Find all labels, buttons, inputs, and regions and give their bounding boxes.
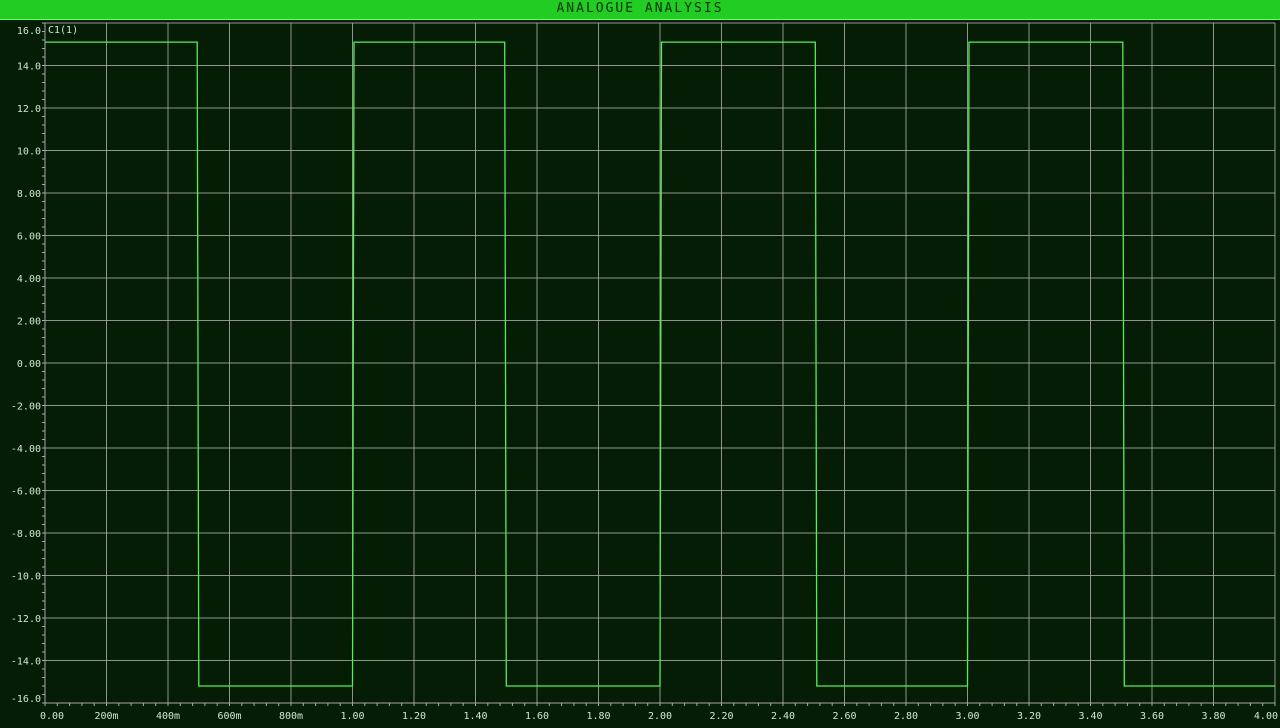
analogue-analysis-plot[interactable]: 16.0 14.0 12.0 10.0 8.00 6.00 4.00 2.00 0.00 -2.0… [0, 20, 1280, 728]
y-tick-label: 12.0 [17, 104, 41, 115]
y-tick-label: -10.0 [11, 572, 41, 583]
x-tick-label: 1.80 [586, 711, 610, 722]
x-tick-label: 3.00 [955, 711, 979, 722]
grid [0, 20, 1280, 728]
x-tick-label: 3.60 [1140, 711, 1164, 722]
x-tick-label: 3.20 [1017, 711, 1041, 722]
y-tick-label: -4.00 [11, 444, 41, 455]
analogue-analysis-window: ANALOGUE ANALYSIS 16.0 14.0 12.0 10.0 8.00 6.… [0, 0, 1280, 728]
y-tick-label: -2.00 [11, 402, 41, 413]
y-tick-label: 8.00 [17, 189, 41, 200]
x-tick-label: 2.80 [894, 711, 918, 722]
y-tick-label: 4.00 [17, 274, 41, 285]
y-tick-label: 0.00 [17, 359, 41, 370]
x-tick-label: 2.60 [832, 711, 856, 722]
series-label: C1(1) [48, 25, 78, 36]
x-tick-label: 1.20 [402, 711, 426, 722]
y-tick-label: -16.0 [11, 694, 41, 705]
title-bar[interactable]: ANALOGUE ANALYSIS [0, 0, 1280, 20]
y-tick-label: 2.00 [17, 317, 41, 328]
y-tick-label: -12.0 [11, 614, 41, 625]
x-tick-label: 1.00 [340, 711, 364, 722]
x-tick-label: 3.40 [1078, 711, 1102, 722]
y-tick-label: -6.00 [11, 487, 41, 498]
x-tick-label: 3.80 [1201, 711, 1225, 722]
y-tick-label: 14.0 [17, 62, 41, 73]
y-tick-label: 16.0 [17, 26, 41, 37]
x-tick-label: 200m [94, 711, 118, 722]
y-tick-label: 10.0 [17, 147, 41, 158]
y-tick-label: 6.00 [17, 232, 41, 243]
x-tick-label: 1.60 [525, 711, 549, 722]
y-tick-label: -8.00 [11, 529, 41, 540]
window-title: ANALOGUE ANALYSIS [556, 1, 724, 16]
x-tick-label: 600m [217, 711, 241, 722]
x-tick-label: 800m [279, 711, 303, 722]
x-tick-label: 400m [156, 711, 180, 722]
y-tick-label: -14.0 [11, 657, 41, 668]
x-tick-label: 2.00 [648, 711, 672, 722]
x-tick-label: 1.40 [463, 711, 487, 722]
x-tick-label: 0.00 [40, 711, 64, 722]
plot-background [0, 20, 1280, 728]
x-tick-label: 2.20 [709, 711, 733, 722]
x-tick-label: 2.40 [771, 711, 795, 722]
x-tick-label: 4.00 [1254, 711, 1278, 722]
